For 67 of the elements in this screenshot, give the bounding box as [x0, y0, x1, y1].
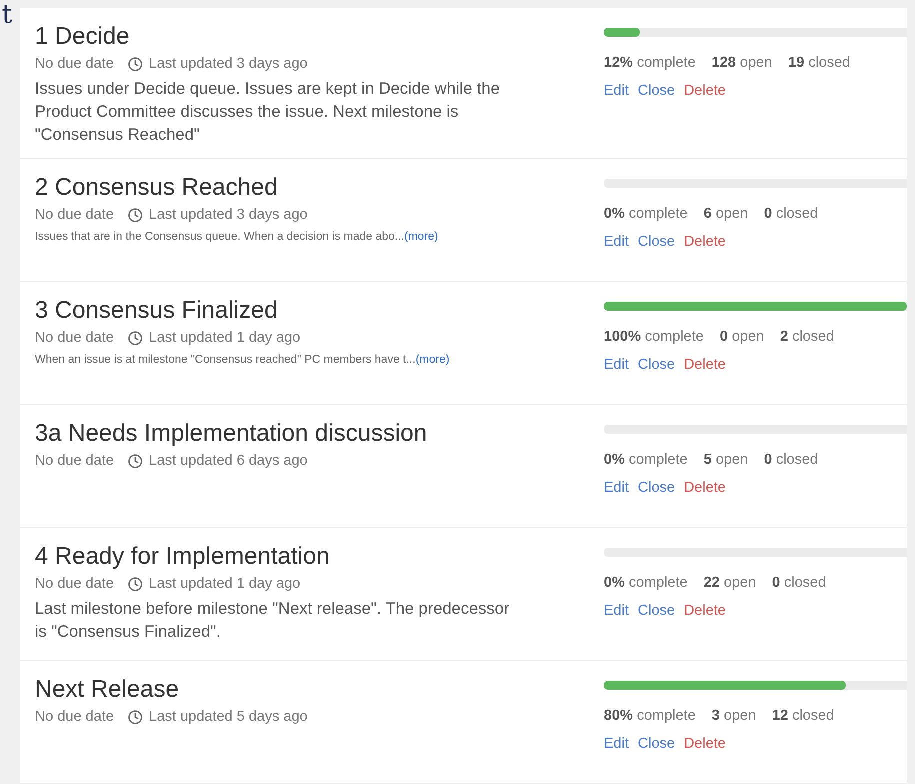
clock-icon [128, 576, 144, 592]
closed-count: 19 closed [788, 55, 850, 71]
closed-count: 0 closed [764, 206, 818, 222]
due-date-text: No due date [35, 207, 114, 224]
action-link[interactable]: Edit [604, 603, 629, 620]
due-date-text: No due date [35, 453, 114, 470]
milestone-title[interactable]: 3a Needs Implementation discussion [35, 419, 604, 450]
last-updated-text: Last updated 3 days ago [149, 56, 308, 72]
delete-link[interactable]: Delete [684, 603, 726, 620]
action-link[interactable]: Edit [604, 83, 629, 99]
milestone-description: Last milestone before milestone "Next release". The predecessor is "Consensus Finalized". [35, 599, 511, 644]
delete-link[interactable]: Delete [684, 357, 726, 374]
percent-complete: 80% complete [604, 708, 696, 724]
header-text-fragment: t [2, 1, 12, 29]
due-date-text: No due date [35, 56, 114, 72]
clock-icon [128, 208, 144, 223]
open-count: 0 open [720, 329, 764, 346]
percent-complete: 100% complete [604, 329, 704, 346]
more-link[interactable]: (more) [404, 231, 438, 244]
action-link[interactable]: Edit [604, 480, 629, 496]
milestone-title[interactable]: 2 Consensus Reached [35, 173, 604, 204]
last-updated-text: Last updated 1 day ago [149, 576, 301, 592]
action-link[interactable]: Edit [604, 357, 629, 374]
delete-link[interactable]: Delete [684, 480, 726, 496]
last-updated-text: Last updated 5 days ago [149, 709, 308, 725]
due-date-text: No due date [35, 330, 114, 346]
delete-link[interactable]: Delete [684, 234, 726, 250]
percent-complete: 0% complete [604, 452, 688, 468]
milestone-title[interactable]: 1 Decide [35, 22, 604, 52]
closed-count: 0 closed [772, 575, 826, 592]
milestone-title[interactable]: 3 Consensus Finalized [35, 296, 604, 326]
action-link[interactable]: Close [638, 357, 676, 374]
percent-complete: 0% complete [604, 575, 688, 592]
open-count: 128 open [712, 55, 772, 71]
clock-icon [128, 56, 144, 72]
clock-icon [128, 710, 144, 724]
action-link[interactable]: Edit [604, 234, 629, 250]
percent-complete: 0% complete [604, 206, 688, 222]
closed-count: 0 closed [764, 452, 818, 468]
last-updated-text: Last updated 6 days ago [149, 453, 308, 470]
milestone-description: Issues under Decide queue. Issues are kept in Decide while the Product Committee discusses the issue. Next milestone is "Consensus Reached" [35, 79, 502, 146]
open-count: 5 open [704, 452, 748, 468]
action-link[interactable]: Close [638, 603, 676, 620]
closed-count: 2 closed [780, 329, 834, 346]
milestone-description: When an issue is at milestone "Consensus reached" PC members have t...(more) [35, 354, 451, 366]
open-count: 6 open [704, 206, 748, 222]
open-count: 3 open [712, 708, 756, 724]
closed-count: 12 closed [772, 708, 834, 724]
last-updated-text: Last updated 3 days ago [149, 207, 308, 224]
action-link[interactable]: Close [638, 83, 676, 99]
clock-icon [128, 330, 144, 346]
action-link[interactable]: Close [638, 234, 676, 250]
milestone-title[interactable]: 4 Ready for Implementation [35, 542, 604, 572]
due-date-text: No due date [35, 709, 114, 725]
delete-link[interactable]: Delete [684, 736, 726, 752]
percent-complete: 12% complete [604, 55, 696, 71]
delete-link[interactable]: Delete [684, 83, 726, 99]
milestone-title[interactable]: Next Release [35, 675, 604, 705]
milestone-description: Issues that are in the Consensus queue. When a decision is made abo...(more) [35, 231, 440, 244]
action-link[interactable]: Edit [604, 736, 629, 752]
action-link[interactable]: Close [638, 480, 676, 496]
action-link[interactable]: Close [638, 736, 676, 752]
clock-icon [128, 454, 144, 469]
open-count: 22 open [704, 575, 756, 592]
more-link[interactable]: (more) [416, 354, 450, 366]
due-date-text: No due date [35, 576, 114, 592]
last-updated-text: Last updated 1 day ago [149, 330, 301, 346]
